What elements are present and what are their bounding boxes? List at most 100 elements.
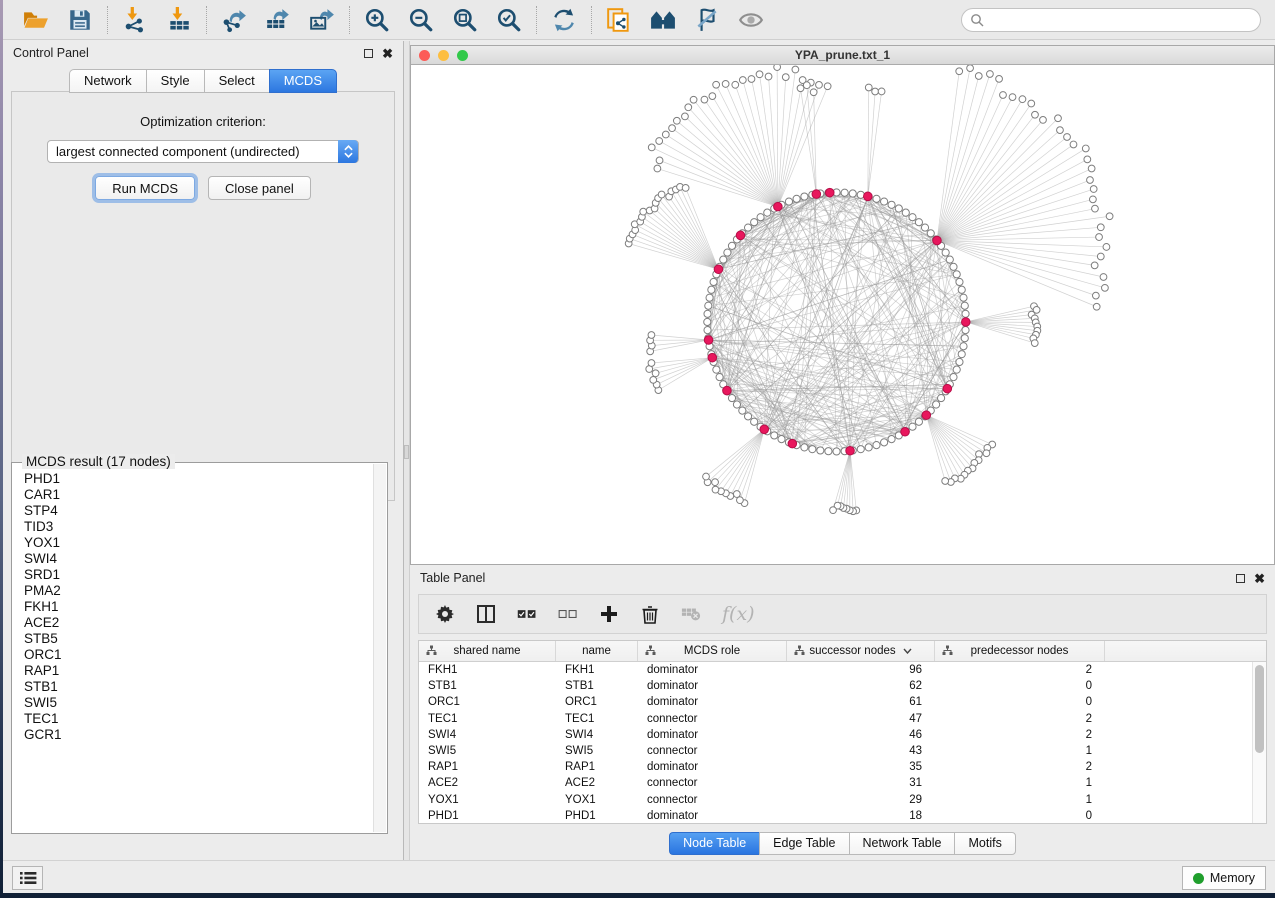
mcds-hub-node[interactable]	[812, 190, 821, 199]
network-node[interactable]	[1097, 253, 1104, 260]
network-node[interactable]	[708, 286, 715, 293]
network-node[interactable]	[1057, 127, 1064, 134]
mcds-result-item[interactable]: ORC1	[13, 647, 373, 663]
network-node[interactable]	[732, 81, 739, 88]
network-node[interactable]	[1009, 94, 1016, 101]
network-node[interactable]	[958, 286, 965, 293]
column-header-successor-nodes[interactable]: successor nodes	[787, 641, 935, 661]
network-node[interactable]	[841, 189, 848, 196]
network-node[interactable]	[816, 82, 823, 89]
close-panel-icon[interactable]: ✖	[382, 47, 393, 60]
delete-table-button[interactable]	[681, 604, 701, 624]
network-node[interactable]	[961, 302, 968, 309]
network-node[interactable]	[956, 278, 963, 285]
network-node[interactable]	[1091, 262, 1098, 269]
network-node[interactable]	[953, 271, 960, 278]
network-node[interactable]	[716, 374, 723, 381]
network-node[interactable]	[833, 448, 840, 455]
network-node[interactable]	[987, 71, 994, 78]
mcds-result-item[interactable]: CAR1	[13, 487, 373, 503]
show-graphics-details-button[interactable]	[737, 6, 765, 34]
network-node[interactable]	[962, 310, 969, 317]
network-node[interactable]	[873, 442, 880, 449]
table-row[interactable]: SWI4SWI4dominator462	[419, 727, 1252, 743]
network-node[interactable]	[650, 377, 657, 384]
mcds-hub-node[interactable]	[788, 439, 797, 448]
network-node[interactable]	[996, 75, 1003, 82]
network-node[interactable]	[946, 256, 953, 263]
network-node[interactable]	[652, 370, 659, 377]
mcds-result-item[interactable]: GCR1	[13, 727, 373, 743]
network-node[interactable]	[764, 209, 771, 216]
network-node[interactable]	[733, 491, 740, 498]
network-node[interactable]	[933, 401, 940, 408]
network-node[interactable]	[765, 73, 772, 80]
network-node[interactable]	[782, 74, 789, 81]
close-panel-button[interactable]: Close panel	[208, 176, 311, 200]
network-node[interactable]	[1090, 186, 1097, 193]
network-node[interactable]	[865, 444, 872, 451]
mcds-hub-node[interactable]	[943, 384, 952, 393]
open-session-button[interactable]	[22, 6, 50, 34]
mcds-result-item[interactable]: RAP1	[13, 663, 373, 679]
network-node[interactable]	[662, 131, 669, 138]
network-node[interactable]	[960, 294, 967, 301]
network-node[interactable]	[942, 249, 949, 256]
tab-edge-table[interactable]: Edge Table	[759, 832, 848, 855]
mcds-hub-node[interactable]	[825, 188, 834, 197]
network-node[interactable]	[962, 327, 969, 334]
network-node[interactable]	[1055, 115, 1062, 122]
first-neighbors-button[interactable]	[649, 6, 677, 34]
network-node[interactable]	[751, 219, 758, 226]
table-row[interactable]: RAP1RAP1dominator352	[419, 759, 1252, 775]
close-table-panel-icon[interactable]: ✖	[1254, 572, 1265, 585]
network-node[interactable]	[728, 394, 735, 401]
column-header-shared-name[interactable]: shared name	[419, 641, 556, 661]
tab-network-table[interactable]: Network Table	[849, 832, 955, 855]
network-node[interactable]	[1097, 224, 1104, 231]
mcds-hub-node[interactable]	[864, 192, 873, 201]
mcds-hub-node[interactable]	[704, 336, 713, 345]
function-builder-button[interactable]: f(x)	[722, 603, 755, 625]
network-node[interactable]	[792, 66, 799, 73]
network-window-titlebar[interactable]: YPA_prune.txt_1	[411, 46, 1274, 65]
network-node[interactable]	[705, 302, 712, 309]
tab-node-table[interactable]: Node Table	[669, 832, 759, 855]
network-node[interactable]	[1032, 111, 1039, 118]
mcds-result-item[interactable]: SRD1	[13, 567, 373, 583]
run-mcds-button[interactable]: Run MCDS	[95, 176, 195, 200]
network-node[interactable]	[881, 439, 888, 446]
mcds-result-item[interactable]: SWI5	[13, 695, 373, 711]
mcds-result-item[interactable]: TID3	[13, 519, 373, 535]
network-node[interactable]	[961, 335, 968, 342]
network-node[interactable]	[888, 201, 895, 208]
mcds-hub-node[interactable]	[708, 353, 717, 362]
network-node[interactable]	[709, 93, 716, 100]
create-column-button[interactable]	[599, 604, 619, 624]
column-header-name[interactable]: name	[556, 641, 638, 661]
network-node[interactable]	[824, 83, 831, 90]
mcds-hub-node[interactable]	[962, 318, 971, 327]
mcds-result-item[interactable]: STB1	[13, 679, 373, 695]
zoom-fit-button[interactable]	[451, 6, 479, 34]
network-node[interactable]	[656, 157, 663, 164]
network-node[interactable]	[751, 418, 758, 425]
table-scrollbar[interactable]	[1252, 662, 1266, 823]
network-node[interactable]	[724, 249, 731, 256]
network-node[interactable]	[1028, 100, 1035, 107]
network-node[interactable]	[733, 401, 740, 408]
network-node[interactable]	[921, 224, 928, 231]
network-node[interactable]	[654, 165, 661, 172]
table-row[interactable]: PHD1PHD1dominator180	[419, 808, 1252, 823]
network-node[interactable]	[809, 446, 816, 453]
mcds-hub-node[interactable]	[933, 236, 942, 245]
network-node[interactable]	[950, 374, 957, 381]
mcds-hub-node[interactable]	[760, 425, 769, 434]
network-node[interactable]	[857, 446, 864, 453]
mcds-result-item[interactable]: ACE2	[13, 615, 373, 631]
save-session-button[interactable]	[66, 6, 94, 34]
mcds-hub-node[interactable]	[901, 427, 910, 436]
network-node[interactable]	[1084, 156, 1091, 163]
table-row[interactable]: YOX1YOX1connector291	[419, 792, 1252, 808]
network-node[interactable]	[703, 473, 710, 480]
